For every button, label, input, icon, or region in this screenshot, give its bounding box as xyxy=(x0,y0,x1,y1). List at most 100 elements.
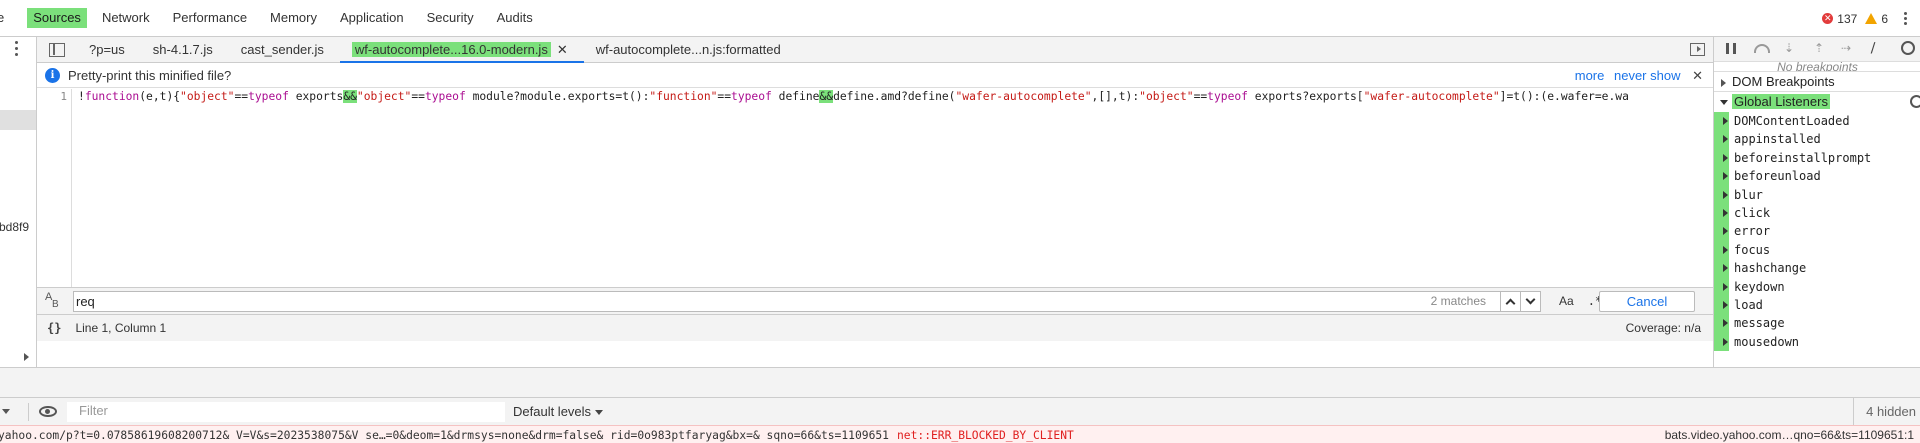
code-token: == xyxy=(717,90,732,103)
code-token: ! xyxy=(78,90,85,103)
tab-console-partial[interactable]: e xyxy=(0,8,7,28)
code-token: define.amd?define( xyxy=(833,90,956,103)
source-editor: ?p=us sh-4.1.7.js cast_sender.js wf-auto… xyxy=(37,37,1713,367)
close-tab-icon[interactable]: ✕ xyxy=(557,42,568,57)
global-listeners-section[interactable]: Global Listeners xyxy=(1714,91,1920,111)
code-token: == xyxy=(234,90,249,103)
match-count: 2 matches xyxy=(1430,293,1486,308)
more-options-icon[interactable] xyxy=(1898,12,1912,25)
file-tab-label: wf-autocomplete...16.0-modern.js xyxy=(351,41,551,57)
listener-item[interactable]: focus xyxy=(1714,240,1920,260)
pause-on-exceptions-icon[interactable] xyxy=(1901,41,1915,55)
file-tab-label: wf-autocomplete...n.js:formatted xyxy=(595,41,781,57)
code-line[interactable]: !function(e,t){"object"==typeof exports&… xyxy=(78,89,1629,105)
cursor-position: Line 1, Column 1 xyxy=(75,321,167,335)
tab-performance[interactable]: Performance xyxy=(170,8,250,28)
never-show-link[interactable]: never show xyxy=(1614,68,1680,83)
console-filter-input[interactable] xyxy=(67,401,497,420)
file-tab-label: cast_sender.js xyxy=(240,41,324,57)
search-input[interactable] xyxy=(76,292,1196,310)
line-gutter: 1 xyxy=(37,89,72,287)
dom-breakpoints-section[interactable]: DOM Breakpoints xyxy=(1714,71,1920,91)
expand-arrow-icon xyxy=(1721,78,1726,87)
step-out-icon[interactable]: ⇡ xyxy=(1814,41,1824,55)
code-area[interactable]: 1 !function(e,t){"object"==typeof export… xyxy=(37,89,1713,287)
chevron-down-icon xyxy=(1525,294,1536,304)
warning-count: 6 xyxy=(1881,11,1888,26)
replace-toggle-icon[interactable]: AB xyxy=(45,292,67,310)
previous-match-button[interactable] xyxy=(1500,291,1520,311)
chevron-up-icon xyxy=(1505,298,1516,308)
step-over-icon[interactable] xyxy=(1754,44,1770,53)
expand-arrow-icon[interactable] xyxy=(24,353,29,361)
file-tab-p-us[interactable]: ?p=us xyxy=(77,37,141,63)
toggle-navigator-icon[interactable] xyxy=(49,42,65,57)
file-tab-label: sh-4.1.7.js xyxy=(152,41,213,57)
file-tab-cast-sender[interactable]: cast_sender.js xyxy=(229,37,340,63)
pretty-print-button[interactable]: {} xyxy=(47,321,61,335)
listener-item[interactable]: load xyxy=(1714,295,1920,315)
file-tab-sh[interactable]: sh-4.1.7.js xyxy=(141,37,229,63)
next-match-button[interactable] xyxy=(1520,291,1540,311)
toggle-debugger-icon[interactable] xyxy=(1690,43,1705,56)
error-count: 137 xyxy=(1837,11,1858,26)
warning-icon xyxy=(1865,13,1878,24)
cancel-button[interactable]: Cancel xyxy=(1599,291,1695,312)
step-icon[interactable]: ⇢ xyxy=(1841,41,1851,55)
refresh-icon[interactable] xyxy=(1910,95,1920,108)
debugger-toolbar: ⇣ ⇡ ⇢ ⧸ xyxy=(1714,37,1920,62)
listener-item[interactable]: mousedown xyxy=(1714,332,1920,352)
deactivate-breakpoints-icon[interactable]: ⧸ xyxy=(1871,41,1875,56)
code-token: "wafer-autocomplete" xyxy=(1363,90,1500,103)
step-into-icon[interactable]: ⇣ xyxy=(1784,41,1794,55)
listener-item[interactable]: hashchange xyxy=(1714,259,1920,278)
console-error-row[interactable]: yahoo.com/p?t=0.07858619608200712& V=V&s… xyxy=(0,425,1920,443)
info-icon: i xyxy=(45,68,60,83)
file-tab-label: ?p=us xyxy=(89,41,125,57)
listener-item[interactable]: beforeunload xyxy=(1714,167,1920,186)
navigator-selected-row[interactable] xyxy=(0,110,36,130)
match-case-button[interactable]: Aa xyxy=(1559,294,1574,308)
close-icon[interactable]: ✕ xyxy=(1692,68,1703,83)
code-token: && xyxy=(343,90,357,103)
code-token: ,[],t): xyxy=(1091,90,1140,103)
log-levels-label: Default levels xyxy=(513,404,592,419)
code-token: function xyxy=(84,90,140,103)
listener-item[interactable]: blur xyxy=(1714,185,1920,205)
global-listeners-list: DOMContentLoaded appinstalled beforeinst… xyxy=(1714,112,1920,352)
tab-application[interactable]: Application xyxy=(337,8,407,28)
listener-item[interactable]: DOMContentLoaded xyxy=(1714,112,1920,131)
listener-item[interactable]: beforeinstallprompt xyxy=(1714,148,1920,168)
listener-item[interactable]: error xyxy=(1714,222,1920,242)
console-toolbar: Default levels 4 hidden xyxy=(0,397,1920,426)
listener-item[interactable]: keydown xyxy=(1714,277,1920,297)
code-token: exports xyxy=(288,90,344,103)
log-levels-dropdown[interactable]: Default levels xyxy=(513,404,604,419)
chevron-down-icon xyxy=(595,410,604,416)
file-tab-wf-autocomplete-formatted[interactable]: wf-autocomplete...n.js:formatted xyxy=(584,37,797,63)
tab-security[interactable]: Security xyxy=(424,8,477,28)
more-link[interactable]: more xyxy=(1575,68,1605,83)
tab-memory[interactable]: Memory xyxy=(267,8,320,28)
tab-network[interactable]: Network xyxy=(99,8,153,28)
listener-item[interactable]: appinstalled xyxy=(1714,130,1920,150)
pause-icon[interactable] xyxy=(1726,43,1736,54)
listener-item[interactable]: click xyxy=(1714,203,1920,223)
eye-icon[interactable] xyxy=(39,406,57,417)
no-breakpoints-text: No breakpoints xyxy=(1777,61,1858,71)
context-dropdown-icon[interactable] xyxy=(2,409,10,414)
code-token: define xyxy=(771,90,820,103)
code-token: == xyxy=(1193,90,1208,103)
console-message: yahoo.com/p?t=0.07858619608200712& V=V&s… xyxy=(0,429,1074,442)
line-number: 1 xyxy=(60,90,67,103)
listener-item[interactable]: message xyxy=(1714,314,1920,334)
source-link[interactable]: bats.video.yahoo.com…qno=66&ts=1109651:1 xyxy=(1665,428,1914,442)
code-token: "wafer-autocomplete" xyxy=(955,90,1092,103)
file-tab-wf-autocomplete-modern[interactable]: wf-autocomplete...16.0-modern.js ✕ xyxy=(339,37,584,63)
navigator-item-fragment[interactable]: bd8f9 xyxy=(0,220,29,234)
navigator-menu-icon[interactable] xyxy=(15,41,18,56)
tab-audits[interactable]: Audits xyxy=(494,8,536,28)
tab-sources[interactable]: Sources xyxy=(27,8,87,28)
issue-counters[interactable]: ✕ 137 6 xyxy=(1822,0,1920,37)
code-token: && xyxy=(819,90,834,103)
